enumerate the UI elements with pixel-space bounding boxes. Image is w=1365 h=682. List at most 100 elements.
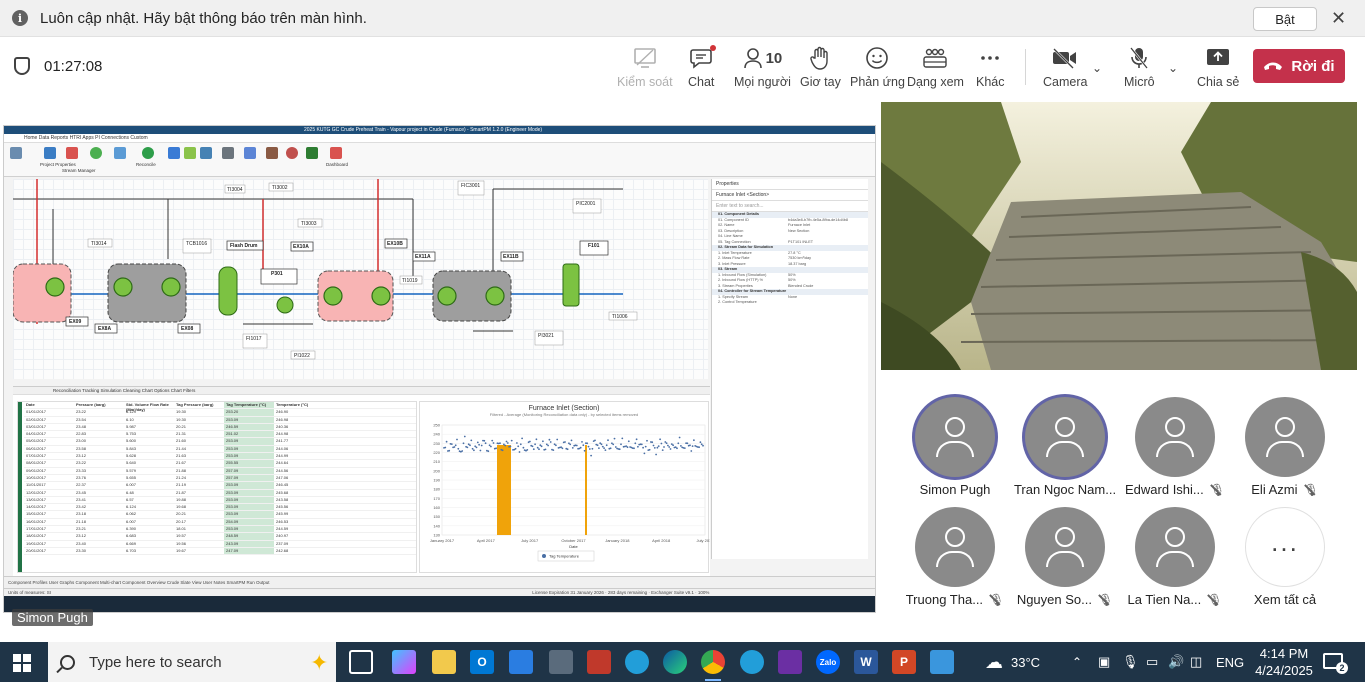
view-button[interactable]: Dạng xem — [907, 45, 964, 89]
notification-center-icon[interactable]: 2 — [1323, 653, 1348, 674]
chevron-up-icon[interactable]: ⌃ — [1072, 642, 1082, 682]
enable-notifications-button[interactable]: Bật — [1253, 7, 1317, 31]
network-icon[interactable]: ◫ — [1190, 642, 1202, 682]
properties-search-input[interactable]: Enter text to search... — [712, 201, 868, 212]
dashboard-icon[interactable] — [330, 147, 342, 159]
mic-button[interactable]: Micrô — [1124, 45, 1155, 89]
navigation-icon[interactable] — [10, 147, 22, 159]
chevron-down-icon[interactable]: ⌄ — [1092, 61, 1102, 75]
stream-manager-icon[interactable] — [66, 147, 78, 159]
grid-header-cell[interactable]: Pressure (barg) — [74, 402, 124, 408]
participant-tile[interactable]: Truong Tha... 🎙 — [906, 507, 1004, 607]
participant-tile[interactable]: Edward Ishi... 🎙 — [1125, 397, 1225, 497]
table-row[interactable]: 14/01/2017 23.42 6.124 19.68 253.09 245.56 — [24, 504, 416, 512]
table-row[interactable]: 13/01/2017 23.41 6.57 19.88 253.09 243.58 — [24, 496, 416, 505]
side-panel-strip[interactable] — [868, 179, 875, 559]
table-row[interactable]: 06/01/2017 23.58 5.843 21.44 253.09 244.06 — [24, 445, 416, 454]
table-row[interactable]: 11/01/2017 22.37 6.007 21.19 253.09 246.45 — [24, 482, 416, 490]
participant-tile[interactable]: Nguyen So... 🎙 — [1017, 507, 1113, 607]
file-explorer-icon[interactable] — [432, 650, 456, 674]
grid-header-cell[interactable]: Date — [24, 402, 74, 408]
sensitivity-analysis-icon[interactable] — [306, 147, 318, 159]
participant-tile[interactable]: La Tien Na... 🎙 — [1127, 507, 1223, 607]
weather-widget[interactable]: ☁ 33°C — [985, 642, 1040, 682]
participant-tile[interactable]: Eli Azmi 🎙 — [1237, 397, 1333, 497]
control-button[interactable]: Kiểm soát — [617, 45, 673, 89]
table-row[interactable]: 03/01/2017 23.48 5.987 20.21 246.59 240.36 — [24, 423, 416, 432]
table-row[interactable]: 01/01/2017 23.22 6.129 19.30 253.20 246.90 — [24, 409, 416, 417]
ribbon-tabs[interactable]: Home Data Reports HTRI Apps PI Connectio… — [4, 134, 875, 143]
run-sensitivity-icon[interactable] — [244, 147, 256, 159]
grid-header-cell[interactable]: Tag Pressure (barg) — [174, 402, 224, 408]
copilot-icon[interactable] — [392, 650, 416, 674]
trend-icon[interactable] — [184, 147, 196, 159]
pdf-app-icon[interactable] — [778, 650, 802, 674]
photos-icon[interactable] — [930, 650, 954, 674]
chrome-icon[interactable] — [701, 650, 725, 681]
table-row[interactable]: 18/01/2017 23.12 6.683 19.57 248.59 240.97 — [24, 533, 416, 541]
chat-button[interactable]: Chat — [688, 45, 717, 89]
store-icon[interactable] — [509, 650, 533, 674]
chart-panel[interactable]: Furnace Inlet (Section) Filtered - Avera… — [419, 401, 714, 573]
table-row[interactable]: 15/01/2017 23.18 6.062 20.21 253.09 245.99 — [24, 511, 416, 519]
table-row[interactable]: 16/01/2017 21.18 6.007 20.17 254.09 246.53 — [24, 518, 416, 527]
raise-hand-button[interactable]: Giơ tay — [800, 45, 841, 89]
table-row[interactable]: 12/01/2017 23.45 6.48 21.87 253.09 245.68 — [24, 489, 416, 497]
table-row[interactable]: 17/01/2017 23.21 6.390 18.01 253.09 244.59 — [24, 526, 416, 534]
video-feed[interactable] — [881, 102, 1357, 370]
camera-button[interactable]: Camera — [1043, 45, 1087, 89]
telegram-icon[interactable] — [625, 650, 649, 674]
zalo-icon[interactable]: Zalo — [816, 650, 840, 674]
grid-header-cell[interactable]: Std. Volume Flow Rate (Mm³/day) — [124, 402, 174, 412]
property-row[interactable]: 2. Control Temperature — [712, 300, 868, 306]
taskbar-search[interactable]: Type here to search ✦ — [48, 642, 336, 682]
heat-exchanger-icon[interactable] — [90, 147, 102, 159]
table-row[interactable]: 09/01/2017 23.33 5.579 21.88 257.09 244.56 — [24, 467, 416, 475]
data-grid[interactable]: Date Pressure (barg) Std. Volume Flow Rate… — [17, 401, 417, 573]
table-row[interactable]: 04/01/2017 22.83 5.753 21.31 251.02 244.98 — [24, 431, 416, 439]
cleaning-planning-icon[interactable] — [286, 147, 298, 159]
chevron-down-icon[interactable]: ⌄ — [1168, 61, 1178, 75]
calendar-app-icon[interactable] — [587, 650, 611, 674]
snipping-tool-icon[interactable] — [549, 650, 573, 674]
volume-icon[interactable]: 🔊 — [1168, 642, 1184, 682]
grid-header-cell[interactable]: Tag Temperature (°C) — [224, 402, 274, 409]
close-icon[interactable]: ✕ — [1331, 8, 1346, 29]
language-indicator[interactable]: ENG — [1216, 642, 1244, 682]
taskbar-clock[interactable]: 4:14 PM 4/24/2025 — [1252, 645, 1316, 679]
table-row[interactable]: 08/01/2017 23.22 5.640 21.67 255.55 244.64 — [24, 460, 416, 468]
table-row[interactable]: 19/01/2017 23.40 6.669 19.56 243.09 237.09 — [24, 540, 416, 548]
fouling-icon[interactable] — [200, 147, 212, 159]
windows-start-icon[interactable] — [13, 654, 31, 672]
participant-tile[interactable]: Tran Ngoc Nam... — [1014, 397, 1116, 497]
edge-icon[interactable] — [663, 650, 687, 674]
profile-tabs[interactable]: Reconciliation Tracking Simulation Clean… — [13, 387, 710, 395]
outlook-icon[interactable]: O — [470, 650, 494, 674]
microphone-icon[interactable]: 🎙 — [1122, 642, 1139, 682]
reconcile-icon[interactable] — [142, 147, 154, 159]
more-button[interactable]: Khác — [976, 45, 1005, 89]
taskbar-search-input[interactable]: Type here to search — [89, 654, 222, 671]
powerpoint-icon[interactable]: P — [892, 650, 916, 674]
leave-button[interactable]: Rời đi — [1253, 49, 1345, 83]
table-row[interactable]: 07/01/2017 23.12 5.628 21.63 253.09 244.99 — [24, 453, 416, 461]
meet-now-icon[interactable]: ▣ — [1098, 642, 1110, 682]
view-all-button[interactable]: ... Xem tất cả — [1237, 507, 1333, 607]
participant-tile[interactable]: Simon Pugh — [907, 397, 1003, 497]
flowsheet-canvas[interactable]: TI3004 TI3002 TI3003 TI3014 TCB1016 Flas… — [12, 179, 708, 379]
offline-records-icon[interactable] — [114, 147, 126, 159]
word-icon[interactable]: W — [854, 650, 878, 674]
auto-regulate-icon[interactable] — [222, 147, 234, 159]
table-row[interactable]: 05/01/2017 23.00 5.600 21.60 253.09 241.77 — [24, 438, 416, 446]
table-row[interactable]: 10/01/2017 23.76 5.655 21.24 257.09 247.06 — [24, 474, 416, 483]
telegram-icon[interactable] — [740, 650, 764, 674]
shared-screen[interactable]: 2025 KUTG GC Crude Preheat Train - Vapou… — [3, 125, 876, 613]
react-button[interactable]: Phản ứng — [850, 45, 905, 89]
project-properties-icon[interactable] — [44, 147, 56, 159]
view-icon[interactable] — [168, 147, 180, 159]
task-view-icon[interactable] — [349, 650, 373, 674]
share-button[interactable]: Chia sẻ — [1197, 45, 1239, 89]
sub-tabs[interactable]: Component Profiles User Graphs Component… — [8, 580, 270, 585]
battery-icon[interactable]: ▭ — [1146, 642, 1158, 682]
properties-selected[interactable]: Furnace Inlet <Section> — [712, 190, 868, 201]
